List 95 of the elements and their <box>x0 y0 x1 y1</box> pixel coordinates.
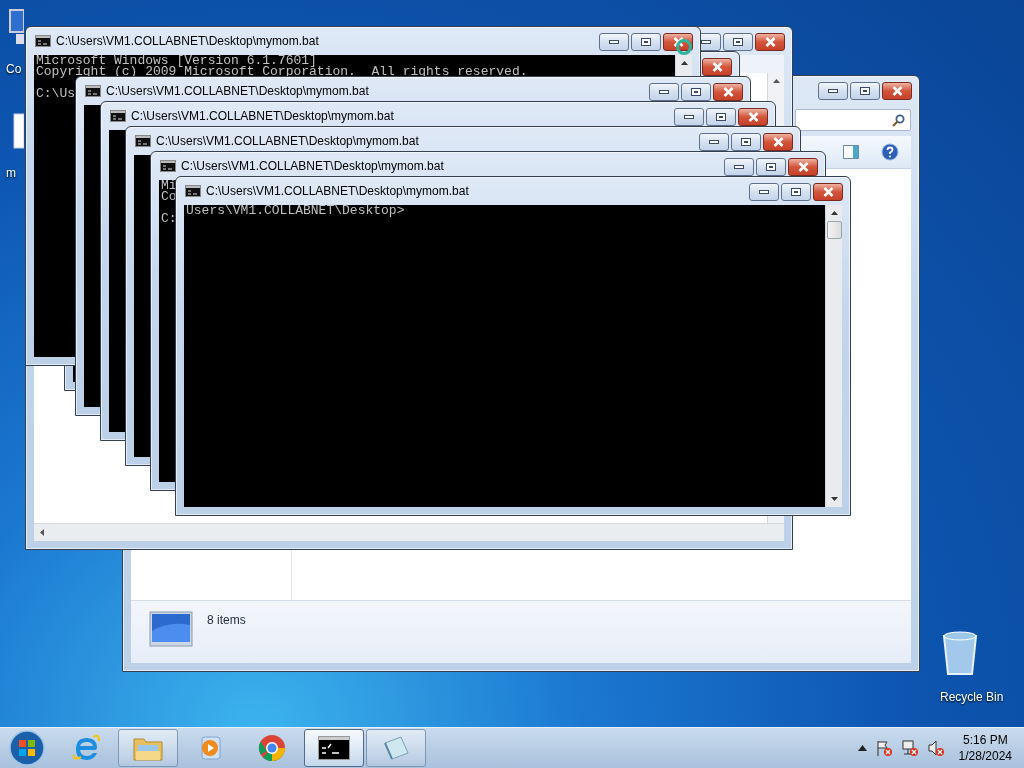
browser-icon <box>71 733 101 763</box>
maximize-button[interactable] <box>781 183 811 201</box>
window-title: C:\Users\VM1.COLLABNET\Desktop\mymom.bat <box>206 184 469 198</box>
close-button[interactable] <box>882 82 912 100</box>
console-icon <box>185 185 201 197</box>
minimize-button[interactable] <box>818 82 848 100</box>
recycle-bin-icon[interactable] <box>940 630 980 676</box>
scroll-up-icon[interactable] <box>830 211 838 215</box>
window-title: C:\Users\VM1.COLLABNET\Desktop\mymom.bat <box>156 134 419 148</box>
maximize-icon <box>766 163 776 171</box>
maximize-icon <box>741 138 751 146</box>
scroll-left-icon[interactable] <box>40 529 44 536</box>
maximize-button[interactable] <box>706 108 736 126</box>
show-hidden-icons-icon[interactable] <box>857 745 867 751</box>
monitor-icon <box>149 611 193 647</box>
console-line: C: <box>161 213 177 224</box>
window-title: C:\Users\VM1.COLLABNET\Desktop\mymom.bat <box>131 109 394 123</box>
close-button[interactable] <box>713 83 743 101</box>
preview-pane-icon[interactable] <box>843 144 859 160</box>
scroll-up-icon[interactable] <box>680 61 688 65</box>
scroll-up-icon[interactable] <box>772 79 780 83</box>
close-button[interactable] <box>763 133 793 151</box>
minimize-icon <box>701 40 711 44</box>
console-icon <box>110 110 126 122</box>
maximize-icon <box>641 38 651 46</box>
scrollbar-thumb[interactable] <box>826 221 842 239</box>
close-icon <box>764 37 776 47</box>
minimize-button[interactable] <box>599 33 629 51</box>
maximize-button[interactable] <box>756 158 786 176</box>
console-line: Users\VM1.COLLABNET\Desktop> <box>186 205 405 216</box>
close-button[interactable] <box>813 183 843 201</box>
desktop-icon-label[interactable]: m <box>6 166 16 180</box>
window-title: C:\Users\VM1.COLLABNET\Desktop\mymom.bat <box>106 84 369 98</box>
minimize-button[interactable] <box>699 133 729 151</box>
flag-alert-icon[interactable] <box>874 739 893 757</box>
close-button[interactable] <box>738 108 768 126</box>
notepad-icon <box>381 733 411 763</box>
close-button[interactable] <box>755 33 785 51</box>
minimize-icon <box>609 40 619 44</box>
console-line: Microsoft Windows [Version 6.1.7601] <box>36 55 317 66</box>
minimize-icon <box>659 90 669 94</box>
horizontal-scrollbar[interactable] <box>34 523 784 541</box>
desktop-icon-label[interactable]: Co <box>6 62 22 76</box>
maximize-icon <box>691 88 701 96</box>
minimize-icon <box>734 165 744 169</box>
vertical-scrollbar[interactable] <box>825 205 842 507</box>
clock[interactable]: 5:16 PM 1/28/2024 <box>952 732 1018 764</box>
console-icon <box>160 160 176 172</box>
console-line: C:\Us <box>36 88 75 99</box>
maximize-button[interactable] <box>631 33 661 51</box>
close-icon <box>722 87 734 97</box>
minimize-button[interactable] <box>674 108 704 126</box>
close-icon <box>711 62 723 72</box>
close-icon <box>772 137 784 147</box>
close-icon <box>747 112 759 122</box>
maximize-icon <box>860 87 870 95</box>
minimize-icon <box>684 115 694 119</box>
maximize-button[interactable] <box>731 133 761 151</box>
minimize-button[interactable] <box>649 83 679 101</box>
console-icon <box>85 85 101 97</box>
console-icon <box>35 35 51 47</box>
close-button[interactable] <box>702 58 732 76</box>
window-title: C:\Users\VM1.COLLABNET\Desktop\mymom.bat <box>56 34 319 48</box>
maximize-icon <box>716 113 726 121</box>
item-count: 8 items <box>207 613 246 627</box>
chrome-icon <box>257 733 287 763</box>
maximize-icon <box>733 38 743 46</box>
network-alert-icon[interactable] <box>900 739 919 757</box>
search-icon <box>892 113 905 127</box>
maximize-icon <box>791 188 801 196</box>
close-button[interactable] <box>788 158 818 176</box>
windows-logo-icon <box>9 730 45 766</box>
search-field[interactable] <box>795 109 911 131</box>
minimize-icon <box>828 89 838 93</box>
console-line: Mi <box>161 180 177 191</box>
busy-cursor-icon <box>675 38 693 56</box>
console-icon <box>318 736 350 760</box>
maximize-button[interactable] <box>723 33 753 51</box>
close-icon <box>891 86 903 96</box>
desktop-icon-label[interactable]: Recycle Bin <box>940 690 1004 704</box>
minimize-icon <box>709 140 719 144</box>
maximize-button[interactable] <box>850 82 880 100</box>
minimize-icon <box>759 190 769 194</box>
taskbar-button[interactable] <box>304 729 364 767</box>
close-icon <box>797 162 809 172</box>
speaker-muted-icon[interactable] <box>926 739 945 757</box>
console-icon <box>135 135 151 147</box>
close-icon <box>822 187 834 197</box>
maximize-button[interactable] <box>681 83 711 101</box>
close-icon <box>672 37 684 47</box>
window-title: C:\Users\VM1.COLLABNET\Desktop\mymom.bat <box>181 159 444 173</box>
minimize-button[interactable] <box>749 183 779 201</box>
help-icon[interactable] <box>881 143 899 161</box>
minimize-button[interactable] <box>724 158 754 176</box>
scroll-down-icon[interactable] <box>830 497 838 501</box>
